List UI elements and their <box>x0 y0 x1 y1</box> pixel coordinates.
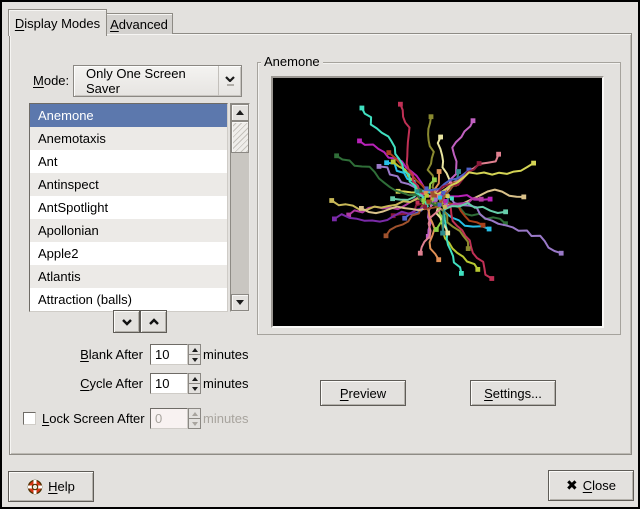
cycle-after-stepper[interactable] <box>188 373 201 394</box>
list-item-antinspect[interactable]: Antinspect <box>30 173 227 196</box>
arrow-up-icon <box>236 110 244 115</box>
spin-up-icon[interactable] <box>188 344 201 355</box>
tab-label: Display Modes <box>15 16 100 31</box>
screensaver-preview <box>271 76 604 328</box>
blank-after-input[interactable]: 10 <box>150 344 188 365</box>
close-button[interactable]: ✖ Close <box>548 470 634 501</box>
blank-after-stepper[interactable] <box>188 344 201 365</box>
chevron-down-icon <box>218 66 241 96</box>
tab-display-modes[interactable]: Display Modes <box>8 9 107 36</box>
list-item-antspotlight[interactable]: AntSpotlight <box>30 196 227 219</box>
cycle-after-input[interactable]: 10 <box>150 373 188 394</box>
anemone-preview-image <box>273 78 602 326</box>
list-scrollbar[interactable] <box>230 103 250 312</box>
scroll-down-button[interactable] <box>231 294 249 311</box>
tab-advanced[interactable]: Advanced <box>105 13 173 34</box>
mode-dropdown[interactable]: Only One Screen Saver <box>73 65 242 97</box>
preview-group-title: Anemone <box>261 54 323 70</box>
spin-up-icon[interactable] <box>188 373 201 384</box>
list-item-attraction-balls[interactable]: Attraction (balls) <box>30 288 227 311</box>
chevron-up-icon <box>148 318 160 326</box>
list-item-anemotaxis[interactable]: Anemotaxis <box>30 127 227 150</box>
spin-down-icon[interactable] <box>188 355 201 365</box>
lock-screen-label[interactable]: Lock Screen After <box>42 411 145 426</box>
help-button[interactable]: Help <box>8 471 94 502</box>
spin-up-icon <box>188 408 201 419</box>
blank-after-label: Blank After <box>40 347 143 362</box>
scroll-up-button[interactable] <box>231 104 249 121</box>
move-up-button[interactable] <box>140 310 167 333</box>
spin-down-icon <box>188 419 201 429</box>
lock-screen-stepper <box>188 408 201 429</box>
list-item-apple2[interactable]: Apple2 <box>30 242 227 265</box>
close-x-icon: ✖ <box>566 477 578 494</box>
list-item-ant[interactable]: Ant <box>30 150 227 173</box>
screensaver-list: Anemone Anemotaxis Ant Antinspect AntSpo… <box>29 103 228 312</box>
mode-dropdown-value: Only One Screen Saver <box>74 66 218 96</box>
blank-after-unit: minutes <box>203 347 249 362</box>
scrollbar-thumb[interactable] <box>231 121 249 153</box>
lock-screen-input: 0 <box>150 408 188 429</box>
list-item-apollonian[interactable]: Apollonian <box>30 219 227 242</box>
spin-down-icon[interactable] <box>188 384 201 394</box>
settings-button[interactable]: Settings... <box>470 380 556 406</box>
preview-button[interactable]: Preview <box>320 380 406 406</box>
cycle-after-unit: minutes <box>203 376 249 391</box>
chevron-down-icon <box>121 318 133 326</box>
move-down-button[interactable] <box>113 310 140 333</box>
arrow-down-icon <box>236 300 244 305</box>
lock-screen-unit: minutes <box>203 411 249 426</box>
tab-label: Advanced <box>110 17 168 32</box>
cycle-after-label: Cycle After <box>40 376 143 391</box>
list-item-atlantis[interactable]: Atlantis <box>30 265 227 288</box>
lock-screen-checkbox[interactable] <box>23 412 36 425</box>
help-lifebuoy-icon <box>27 479 43 495</box>
mode-label: Mode: <box>33 73 69 88</box>
list-item-anemone[interactable]: Anemone <box>30 104 227 127</box>
